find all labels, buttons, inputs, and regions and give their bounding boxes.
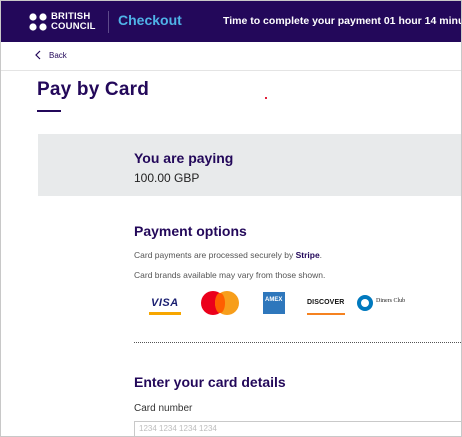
visa-wordmark: VISA [151,297,179,309]
logo-dots-icon [29,13,47,31]
british-council-logo[interactable]: BRITISH COUNCIL [29,12,103,32]
amex-badge: AMEX [263,292,285,314]
diners-club-wordmark: Diners Club [376,298,406,304]
visa-logo: VISA [147,291,183,317]
amex-logo: AMEX [263,291,285,317]
processor-note-suffix: . [319,250,323,260]
processor-note-prefix: Card payments are processed securely by [134,250,296,260]
back-row: Back [1,42,461,71]
diners-club-circle [357,295,373,311]
logo-line-2: COUNCIL [51,20,96,32]
payment-timer: Time to complete your payment 01 hour 14… [223,15,462,27]
title-underline [37,110,61,112]
card-brand-list: VISA AMEX DISCOVER Diners Club [147,291,417,319]
checkout-page: BRITISH COUNCIL Checkout Time to complet… [0,0,462,437]
processor-name: Stripe [295,250,320,260]
payment-options-heading: Payment options [134,223,247,239]
diners-club-logo: Diners Club [357,291,415,317]
page-title: Pay by Card [37,79,150,100]
card-number-label: Card number [134,403,193,414]
header-bar: BRITISH COUNCIL Checkout Time to complet… [1,1,461,42]
mastercard-logo [201,291,241,317]
amex-wordmark: AMEX [265,297,283,303]
paying-amount: 100.00 GBP [134,171,200,185]
visa-stripe [149,312,181,315]
mastercard-overlap [215,293,225,313]
amount-summary: You are paying 100.00 GBP [38,134,461,196]
diners-club-inner [361,299,369,307]
discover-logo: DISCOVER [307,291,345,317]
paying-heading: You are paying [134,150,234,166]
stray-dot [265,97,267,99]
chevron-left-icon[interactable] [34,50,41,60]
header-divider [108,11,109,33]
discover-wordmark: DISCOVER [307,299,345,306]
logo-wordmark: BRITISH COUNCIL [51,12,96,31]
discover-stripe [307,313,345,315]
section-title: Checkout [118,12,182,28]
back-link[interactable]: Back [49,51,67,60]
brands-note: Card brands available may vary from thos… [134,270,326,280]
card-number-input[interactable] [134,421,461,436]
card-details-heading: Enter your card details [134,374,286,390]
section-divider [134,342,461,343]
processor-note: Card payments are processed securely by … [134,250,322,260]
